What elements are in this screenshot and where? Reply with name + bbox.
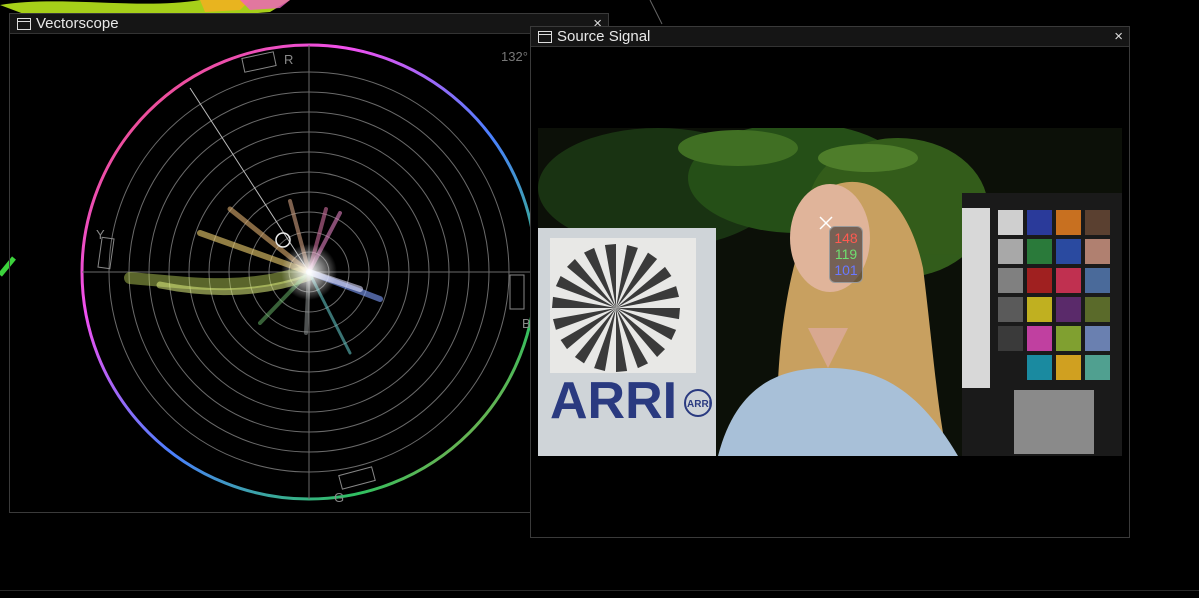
signal-trace: [124, 199, 383, 355]
window-icon: [538, 30, 552, 43]
source-signal-close-button[interactable]: ×: [1114, 27, 1123, 46]
vectorscope-graph[interactable]: R B G Y: [10, 33, 610, 513]
scope-label-g: G: [334, 490, 344, 505]
scope-label-y: Y: [96, 227, 105, 242]
source-signal-titlebar[interactable]: Source Signal ×: [531, 27, 1129, 47]
vectorscope-titlebar[interactable]: Vectorscope ×: [10, 14, 608, 34]
source-image[interactable]: ARRI ARRI: [538, 128, 1122, 456]
readout-green: 119: [834, 246, 858, 262]
brand-logo-text: ARRI: [550, 372, 677, 430]
vectorscope-window: Vectorscope × 132° R B G Y: [9, 13, 609, 513]
divider: [0, 590, 1199, 591]
source-signal-title: Source Signal: [557, 28, 651, 45]
window-icon: [17, 17, 31, 30]
pixel-value-readout: 148 119 101: [829, 226, 863, 283]
readout-red: 148: [834, 230, 858, 246]
readout-blue: 101: [834, 262, 858, 278]
scope-label-r: R: [284, 52, 293, 67]
brand-logo-small: ARRI: [687, 399, 712, 410]
vectorscope-title: Vectorscope: [36, 15, 119, 32]
